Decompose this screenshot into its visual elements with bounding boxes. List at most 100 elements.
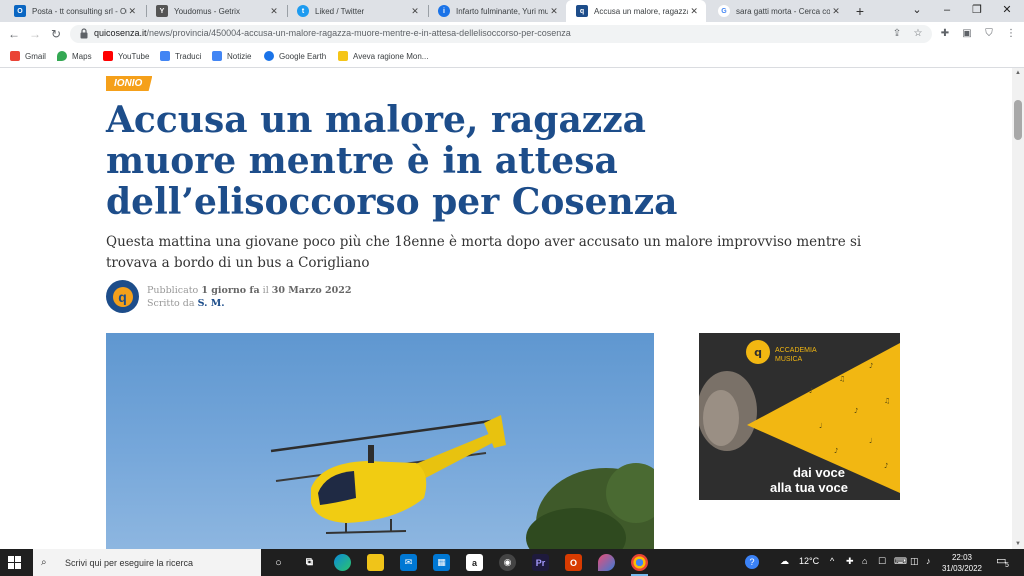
category-badge[interactable]: IONIO <box>106 76 153 91</box>
premiere-icon[interactable]: Pr <box>532 554 549 571</box>
volume-icon[interactable]: ♪ <box>926 556 931 566</box>
scroll-down-icon[interactable]: ▼ <box>1012 539 1024 549</box>
tab-title: Infarto fulminante, Yuri mu <box>456 6 549 16</box>
help-icon[interactable]: ? <box>745 555 759 569</box>
url-domain: quicosenza.it <box>94 28 147 38</box>
published-date: 30 Marzo 2022 <box>271 285 352 296</box>
bookmark-site-icon <box>338 51 348 61</box>
tab-getrix[interactable]: Y Youdomus - Getrix ✕ <box>146 0 286 22</box>
back-arrow-icon[interactable]: ← <box>6 26 22 42</box>
forward-arrow-icon[interactable]: → <box>27 26 43 42</box>
bookmark-label: Google Earth <box>279 51 327 61</box>
sidebar-ad[interactable]: ♪ ♫ ♪ ♩ ♪ ♫ ♪ ♩ ♪ q ACCADEMIA MUSICA dai voce … <box>699 333 900 500</box>
bookmark-label: Notizie <box>227 51 252 61</box>
url-text[interactable]: quicosenza.it/news/provincia/450004-accu… <box>94 28 571 38</box>
search-icon: ⌕ <box>41 557 47 568</box>
tab-outlook[interactable]: O Posta - tt consulting srl - Ou ✕ <box>4 0 144 22</box>
close-window-button[interactable]: ✕ <box>992 0 1022 22</box>
store-icon[interactable]: ▦ <box>433 554 450 571</box>
amazon-icon[interactable]: a <box>466 554 483 571</box>
mail-icon[interactable]: ✉ <box>400 554 417 571</box>
page-scrollbar[interactable]: ▲ ▼ <box>1012 68 1024 549</box>
profile-icon[interactable]: ⛉ <box>982 27 996 41</box>
bookmark-notizie[interactable]: Notizie <box>212 51 251 61</box>
restore-button[interactable]: ❐ <box>962 0 992 22</box>
published-mid: il <box>262 285 269 296</box>
ad-slogan-line1: dai voce <box>792 465 846 480</box>
file-explorer-icon[interactable] <box>367 554 384 571</box>
close-icon[interactable]: ✕ <box>688 6 700 17</box>
close-icon[interactable]: ✕ <box>268 6 280 17</box>
tab-active-article[interactable]: q Accusa un malore, ragazza ✕ <box>566 0 706 22</box>
paint-app-icon[interactable] <box>598 554 615 571</box>
article-headline: Accusa un malore, ragazza muore mentre è… <box>106 99 678 223</box>
bookmark-youtube[interactable]: YouTube <box>103 51 149 61</box>
close-icon[interactable]: ✕ <box>548 6 560 17</box>
address-bar[interactable]: quicosenza.it/news/provincia/450004-accu… <box>70 25 932 43</box>
bookmark-maps[interactable]: Maps <box>57 51 92 61</box>
article-subhead: Questa mattina una giovane poco più che … <box>106 234 862 271</box>
close-icon[interactable]: ✕ <box>127 6 138 17</box>
network-icon[interactable]: ◫ <box>910 556 919 567</box>
bookmark-aveva-ragione[interactable]: Aveva ragione Mon... <box>338 51 428 61</box>
weather-temp[interactable]: 12°C <box>799 556 819 566</box>
minimize-button[interactable]: – <box>932 0 962 22</box>
getrix-icon: Y <box>156 5 168 17</box>
tab-search-button[interactable]: ⌄ <box>902 0 932 22</box>
tab-title: Posta - tt consulting srl - Ou <box>32 6 127 16</box>
svg-text:♩: ♩ <box>819 422 822 430</box>
tab-infarto[interactable]: i Infarto fulminante, Yuri mu ✕ <box>428 0 566 22</box>
tray-overflow-icon[interactable]: ^ <box>830 556 834 566</box>
share-icon[interactable]: ⇪ <box>890 27 904 41</box>
extensions-icon[interactable]: ✚ <box>938 27 952 41</box>
chrome-icon[interactable] <box>631 554 648 571</box>
new-tab-button[interactable]: + <box>852 3 868 19</box>
bookmark-google-earth[interactable]: Google Earth <box>264 51 326 61</box>
bookmark-label: Gmail <box>25 51 46 61</box>
system-clock[interactable]: 22:03 31/03/2022 <box>940 552 984 574</box>
ad-brand-line1: ACCADEMIA <box>775 347 817 354</box>
bookmark-star-icon[interactable]: ☆ <box>911 27 925 41</box>
bookmark-gmail[interactable]: Gmail <box>10 51 46 61</box>
reload-icon[interactable]: ↻ <box>48 26 64 42</box>
menu-icon[interactable]: ⋮ <box>1004 27 1018 41</box>
maps-icon <box>57 51 67 61</box>
app-circle-icon[interactable]: ◉ <box>499 554 516 571</box>
svg-text:♪: ♪ <box>834 447 838 455</box>
weather-icon[interactable]: ☁ <box>780 556 789 567</box>
translate-icon <box>160 51 170 61</box>
tray-icon-1[interactable]: ✚ <box>846 556 854 567</box>
ad-slogan: dai voce alla tua voce <box>719 465 899 495</box>
bookmark-label: YouTube <box>118 51 150 61</box>
close-icon[interactable]: ✕ <box>409 6 421 17</box>
bookmark-traduci[interactable]: Traduci <box>160 51 201 61</box>
news-icon <box>212 51 222 61</box>
task-view-icon[interactable]: ⧉ <box>301 554 318 571</box>
windows-taskbar: ⌕ Scrivi qui per eseguire la ricerca ○ ⧉… <box>0 549 1024 576</box>
ad-brand: ACCADEMIA MUSICA <box>775 346 817 364</box>
windows-start-icon[interactable] <box>8 556 21 569</box>
office-icon[interactable]: O <box>565 554 582 571</box>
scrollbar-thumb[interactable] <box>1014 100 1022 140</box>
tab-twitter[interactable]: t Liked / Twitter ✕ <box>287 0 427 22</box>
url-path: /news/provincia/450004-accusa-un-malore-… <box>146 28 571 38</box>
close-icon[interactable]: ✕ <box>830 6 842 17</box>
twitter-icon: t <box>297 5 309 17</box>
written-prefix: Scritto da <box>147 298 195 309</box>
author-avatar[interactable]: q <box>106 280 139 313</box>
article-photo[interactable] <box>106 333 654 549</box>
author-name[interactable]: S. M. <box>198 298 225 309</box>
edge-icon[interactable] <box>334 554 351 571</box>
svg-text:♩: ♩ <box>869 437 872 445</box>
side-panel-icon[interactable]: ▣ <box>960 27 974 41</box>
tray-icon-3[interactable]: ☐ <box>878 556 886 567</box>
tab-strip: O Posta - tt consulting srl - Ou ✕ Y You… <box>0 0 1024 22</box>
tray-icon-2[interactable]: ⌂ <box>862 556 867 566</box>
scroll-up-icon[interactable]: ▲ <box>1012 68 1024 78</box>
cortana-icon[interactable]: ○ <box>270 554 287 571</box>
tab-google-search[interactable]: G sara gatti morta - Cerca co ✕ <box>708 0 848 22</box>
tray-icon-4[interactable]: ⌨ <box>894 556 907 567</box>
taskbar-search[interactable]: ⌕ Scrivi qui per eseguire la ricerca <box>33 549 261 576</box>
web-page: IONIO Accusa un malore, ragazza muore me… <box>0 68 1012 549</box>
ad-brand-line2: MUSICA <box>775 356 803 363</box>
